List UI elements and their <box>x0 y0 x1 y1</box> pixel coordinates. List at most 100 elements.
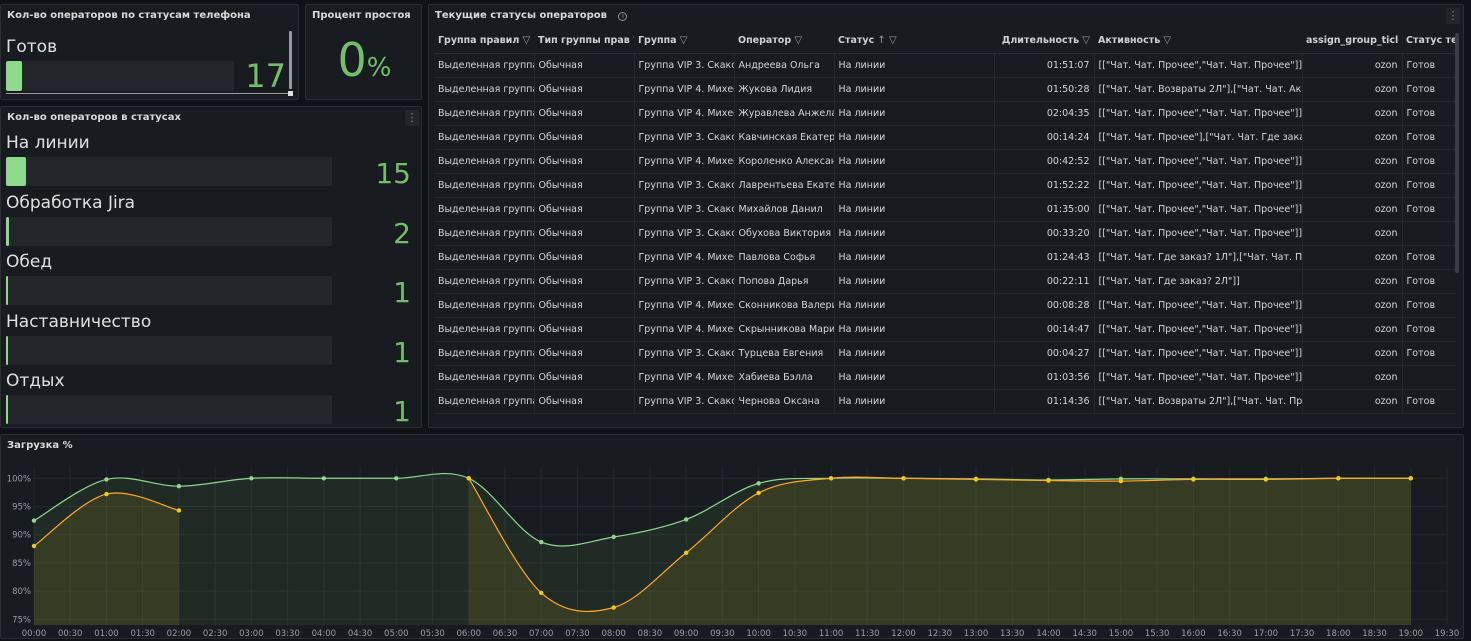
table-row[interactable]: Выделенная группа Обычная Группа VIP 3. Ск… <box>434 125 1456 150</box>
table-row[interactable]: Выделенная группа Обычная Группа VIP 3. Ск… <box>434 269 1456 294</box>
filter-icon[interactable]: ▽ <box>519 35 530 46</box>
x-tick-label: 01:00 <box>94 629 119 638</box>
sort-asc-icon[interactable]: ↑ <box>874 35 885 46</box>
table-cell: Готов <box>1402 125 1456 150</box>
table-row[interactable]: Выделенная группа Обычная Группа VIP 4. Ми… <box>434 245 1456 270</box>
table-cell: ozon <box>1302 389 1403 414</box>
table-row[interactable]: Выделенная группа Обычная Группа VIP 3. Ск… <box>434 341 1456 366</box>
column-header[interactable]: Группа ▽ <box>634 29 734 54</box>
table-cell: Готов <box>1402 245 1456 270</box>
table-row[interactable]: Выделенная группа Обычная Группа VIP 4. Ми… <box>434 365 1456 390</box>
column-header[interactable]: Длительность ▽ <box>994 29 1094 54</box>
y-tick-label: 85% <box>12 559 31 569</box>
table-cell: Готов <box>1402 101 1456 126</box>
table-cell: На линии <box>834 317 995 342</box>
table-cell: 00:04:27 <box>994 341 1095 366</box>
table-row[interactable]: Выделенная группа Обычная Группа VIP 4. Ми… <box>434 101 1456 126</box>
data-point <box>756 490 761 496</box>
column-header[interactable]: Оператор ▽ <box>734 29 834 54</box>
status-gauge-value: 1 <box>393 335 411 369</box>
panel-menu-icon[interactable]: ⋮ <box>405 110 419 126</box>
table-cell: Готов <box>1402 317 1456 342</box>
table-cell: [["Чат. Чат. Где заказ? 1Л"],["Чат. Чат.… <box>1094 245 1303 270</box>
x-tick-label: 06:00 <box>457 629 482 638</box>
table-cell: На линии <box>834 101 995 126</box>
table-cell: Обычная <box>534 149 635 174</box>
table-row[interactable]: Выделенная группа Обычная Группа VIP 3. Ск… <box>434 173 1456 198</box>
filter-icon[interactable]: ▽ <box>791 35 802 46</box>
table-cell: Выделенная группа <box>434 173 535 198</box>
filter-icon[interactable]: ▽ <box>886 35 897 46</box>
data-point <box>611 534 616 540</box>
table-row[interactable]: Выделенная группа Обычная Группа VIP 4. Ми… <box>434 149 1456 174</box>
table-cell: На линии <box>834 125 995 150</box>
table-cell: Группа VIP 4. Михеев <box>634 365 735 390</box>
table-row[interactable]: Выделенная группа Обычная Группа VIP 4. Ми… <box>434 317 1456 342</box>
table-cell: 01:35:00 <box>994 197 1095 222</box>
table-cell: Андреева Ольга <box>734 53 835 78</box>
info-icon[interactable]: i <box>618 12 628 21</box>
table-cell: Выделенная группа <box>434 221 535 246</box>
column-header[interactable]: Статус теле ▽ <box>1402 29 1456 54</box>
data-point <box>104 477 109 482</box>
column-header[interactable]: Активность ▽ <box>1094 29 1302 54</box>
operators-table: Группа правил ▽Тип группы прав ▽Группа ▽… <box>434 29 1456 414</box>
filter-icon[interactable]: ▽ <box>630 35 634 46</box>
table-cell: Готов <box>1402 77 1456 102</box>
table-cell: [["Чат. Чат. Прочее","Чат. Чат. Прочее"]… <box>1094 173 1303 198</box>
column-header[interactable]: Статус ↑ ▽ <box>834 29 994 54</box>
table-header-row: Группа правил ▽Тип группы прав ▽Группа ▽… <box>434 29 1456 54</box>
table-row[interactable]: Выделенная группа Обычная Группа VIP 3. Ск… <box>434 53 1456 78</box>
filter-icon[interactable]: ▽ <box>1079 35 1090 46</box>
table-cell: Обычная <box>534 125 635 150</box>
table-cell: 01:52:22 <box>994 173 1095 198</box>
panel-menu-icon[interactable]: ⋮ <box>1446 8 1460 24</box>
status-gauge-label: Обработка Jira <box>6 192 136 213</box>
x-tick-label: 00:30 <box>58 629 83 638</box>
x-tick-label: 03:30 <box>275 629 300 638</box>
x-tick-label: 01:30 <box>130 629 155 638</box>
table-cell: Готов <box>1402 269 1456 294</box>
table-cell: 00:22:11 <box>994 269 1095 294</box>
table-cell: Группа VIP 4. Михеев <box>634 101 735 126</box>
table-cell: Группа VIP 3. Скаков <box>634 125 735 150</box>
table-cell: ozon <box>1302 101 1403 126</box>
column-header[interactable]: Группа правил ▽ <box>434 29 534 54</box>
scrollbar[interactable] <box>289 31 292 89</box>
table-cell: 01:03:56 <box>994 365 1095 390</box>
table-row[interactable]: Выделенная группа Обычная Группа VIP 3. Ск… <box>434 221 1456 246</box>
table-row[interactable]: Выделенная группа Обычная Группа VIP 4. Ми… <box>434 77 1456 102</box>
table-cell: Обычная <box>534 341 635 366</box>
vertical-scrollbar[interactable] <box>1455 33 1459 273</box>
data-point <box>1408 476 1413 481</box>
column-header[interactable]: Тип группы прав ▽ <box>534 29 634 54</box>
table-cell: Короленко Александ <box>734 149 835 174</box>
table-cell: Скрынникова Мария <box>734 317 835 342</box>
table-row[interactable]: Выделенная группа Обычная Группа VIP 4. Ми… <box>434 293 1456 318</box>
table-cell: Готов <box>1402 53 1456 78</box>
table-row[interactable]: Выделенная группа Обычная Группа VIP 3. Ск… <box>434 389 1456 414</box>
filter-icon[interactable]: ▽ <box>677 35 688 46</box>
table-cell: Готов <box>1402 389 1456 414</box>
table-row[interactable]: Выделенная группа Обычная Группа VIP 3. Ск… <box>434 197 1456 222</box>
table-cell: Кавчинская Екатери <box>734 125 835 150</box>
load-chart-panel: Загрузка % 100% 95% 90% 85% 80% 75% 00:00 00:30… <box>0 434 1464 639</box>
filter-icon[interactable]: ▽ <box>1160 35 1171 46</box>
idle-unit: % <box>366 53 392 83</box>
column-header-label: assign_group_ticl <box>1306 35 1399 47</box>
x-tick-label: 16:00 <box>1181 629 1206 638</box>
x-tick-label: 19:30 <box>1435 629 1460 638</box>
column-header[interactable]: assign_group_ticl <box>1302 29 1402 54</box>
table-cell: Группа VIP 4. Михеев <box>634 149 735 174</box>
table-cell: На линии <box>834 149 995 174</box>
data-point <box>466 476 471 481</box>
table-cell: На линии <box>834 389 995 414</box>
table-cell: [["Чат. Чат. Прочее","Чат. Чат. Прочее"]… <box>1094 341 1303 366</box>
resize-handle[interactable] <box>288 91 293 96</box>
x-tick-label: 09:30 <box>710 629 735 638</box>
table-cell: Выделенная группа <box>434 365 535 390</box>
y-tick-label: 75% <box>12 615 31 625</box>
status-gauge-fill <box>6 395 8 424</box>
table-cell: На линии <box>834 221 995 246</box>
gauge-fill <box>6 61 22 91</box>
